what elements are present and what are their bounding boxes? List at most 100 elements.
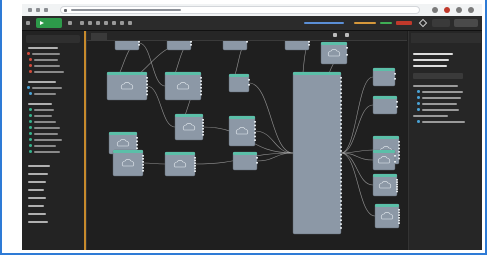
flow-wire [248,82,294,154]
palette-category[interactable] [28,181,46,183]
flow-node[interactable] [228,115,256,147]
palette-category[interactable] [28,213,46,215]
palette-node[interactable] [34,59,58,61]
palette-node[interactable] [34,145,56,147]
palette-category[interactable] [28,173,48,175]
save-button[interactable] [432,19,450,27]
menu-icon[interactable] [468,7,474,13]
node-port [146,87,148,89]
node-port [340,77,342,79]
palette-category[interactable] [28,221,48,223]
palette-node[interactable] [34,109,54,111]
palette-node-icon [29,132,32,135]
tool-icon[interactable] [96,21,100,25]
info-sidebar [408,31,482,250]
flow-tab[interactable] [91,33,107,40]
flow-node[interactable] [164,151,196,177]
sidebar-filter-button[interactable] [413,73,463,79]
palette-category[interactable] [28,189,44,191]
palette-category[interactable] [28,165,50,167]
tree-node-icon [417,102,420,105]
node-port [142,170,144,172]
profile-icon[interactable] [456,7,462,13]
node-port [340,150,342,152]
node-port [146,80,148,82]
flow-node[interactable] [372,173,398,197]
palette-scrollbar[interactable] [84,31,86,250]
palette-search-input[interactable] [26,35,80,43]
palette-node[interactable] [34,93,56,95]
flow-node[interactable] [112,149,144,177]
tool-icon[interactable] [88,21,92,25]
node-port [396,179,398,181]
palette-node[interactable] [34,121,56,123]
tool-icon[interactable] [120,21,124,25]
tree-group[interactable] [413,115,448,117]
extension-icon[interactable] [444,7,450,13]
palette-category[interactable] [28,197,46,199]
tool-icon[interactable] [80,21,84,25]
palette-node[interactable] [34,127,60,129]
flow-wire [256,152,294,162]
forward-icon[interactable] [36,8,40,12]
flow-node[interactable] [174,113,204,141]
flow-node-header [373,150,395,153]
flow-node[interactable] [106,71,148,101]
flow-node[interactable] [292,71,342,235]
palette-node[interactable] [32,53,60,55]
status-badge[interactable] [396,21,412,25]
deploy-button[interactable] [454,19,478,27]
tool-icon[interactable] [112,21,116,25]
palette-node[interactable] [34,115,52,117]
dropdown-icon[interactable] [68,21,72,25]
flow-node[interactable] [114,41,140,51]
tree-item[interactable] [422,103,457,105]
tree-group[interactable] [413,85,458,87]
tree-item[interactable] [422,91,463,93]
tree-item[interactable] [422,97,461,99]
run-button[interactable] [36,18,62,28]
palette-node[interactable] [34,71,64,73]
flow-node[interactable] [164,71,202,101]
node-port [340,223,342,225]
flow-node[interactable] [166,41,192,51]
node-port [340,157,342,160]
palette-category[interactable] [28,103,52,105]
node-port [398,217,400,219]
node-port [340,127,342,129]
pencil-icon[interactable] [418,18,428,28]
node-port [202,125,204,127]
extension-icon[interactable] [432,7,438,13]
flow-node[interactable] [284,41,310,51]
tree-item[interactable] [422,121,465,123]
palette-category[interactable] [28,205,44,207]
back-icon[interactable] [28,8,32,12]
node-port [194,167,196,170]
node-port [142,164,144,166]
palette-node[interactable] [34,133,58,135]
tool-icon[interactable] [128,21,132,25]
flow-canvas[interactable] [87,41,407,250]
flow-node-header [373,68,395,71]
node-port [194,170,196,172]
address-bar[interactable] [60,6,420,14]
palette-category[interactable] [28,47,58,49]
palette-category[interactable] [28,81,56,83]
add-tab-icon[interactable] [345,33,349,37]
reload-icon[interactable] [44,8,48,12]
node-port [246,41,248,43]
tree-item[interactable] [422,109,459,111]
palette-node[interactable] [32,87,62,89]
palette-node[interactable] [34,139,62,141]
flow-node[interactable] [320,41,348,65]
tool-icon[interactable] [104,21,108,25]
palette-node[interactable] [34,151,60,153]
flow-node[interactable] [374,203,400,229]
node-port [202,122,204,124]
node-port [398,147,400,150]
palette-node[interactable] [34,65,60,67]
node-port [142,158,144,160]
flow-node[interactable] [222,41,248,51]
pencil-icon[interactable] [333,33,337,37]
node-port [396,101,398,103]
